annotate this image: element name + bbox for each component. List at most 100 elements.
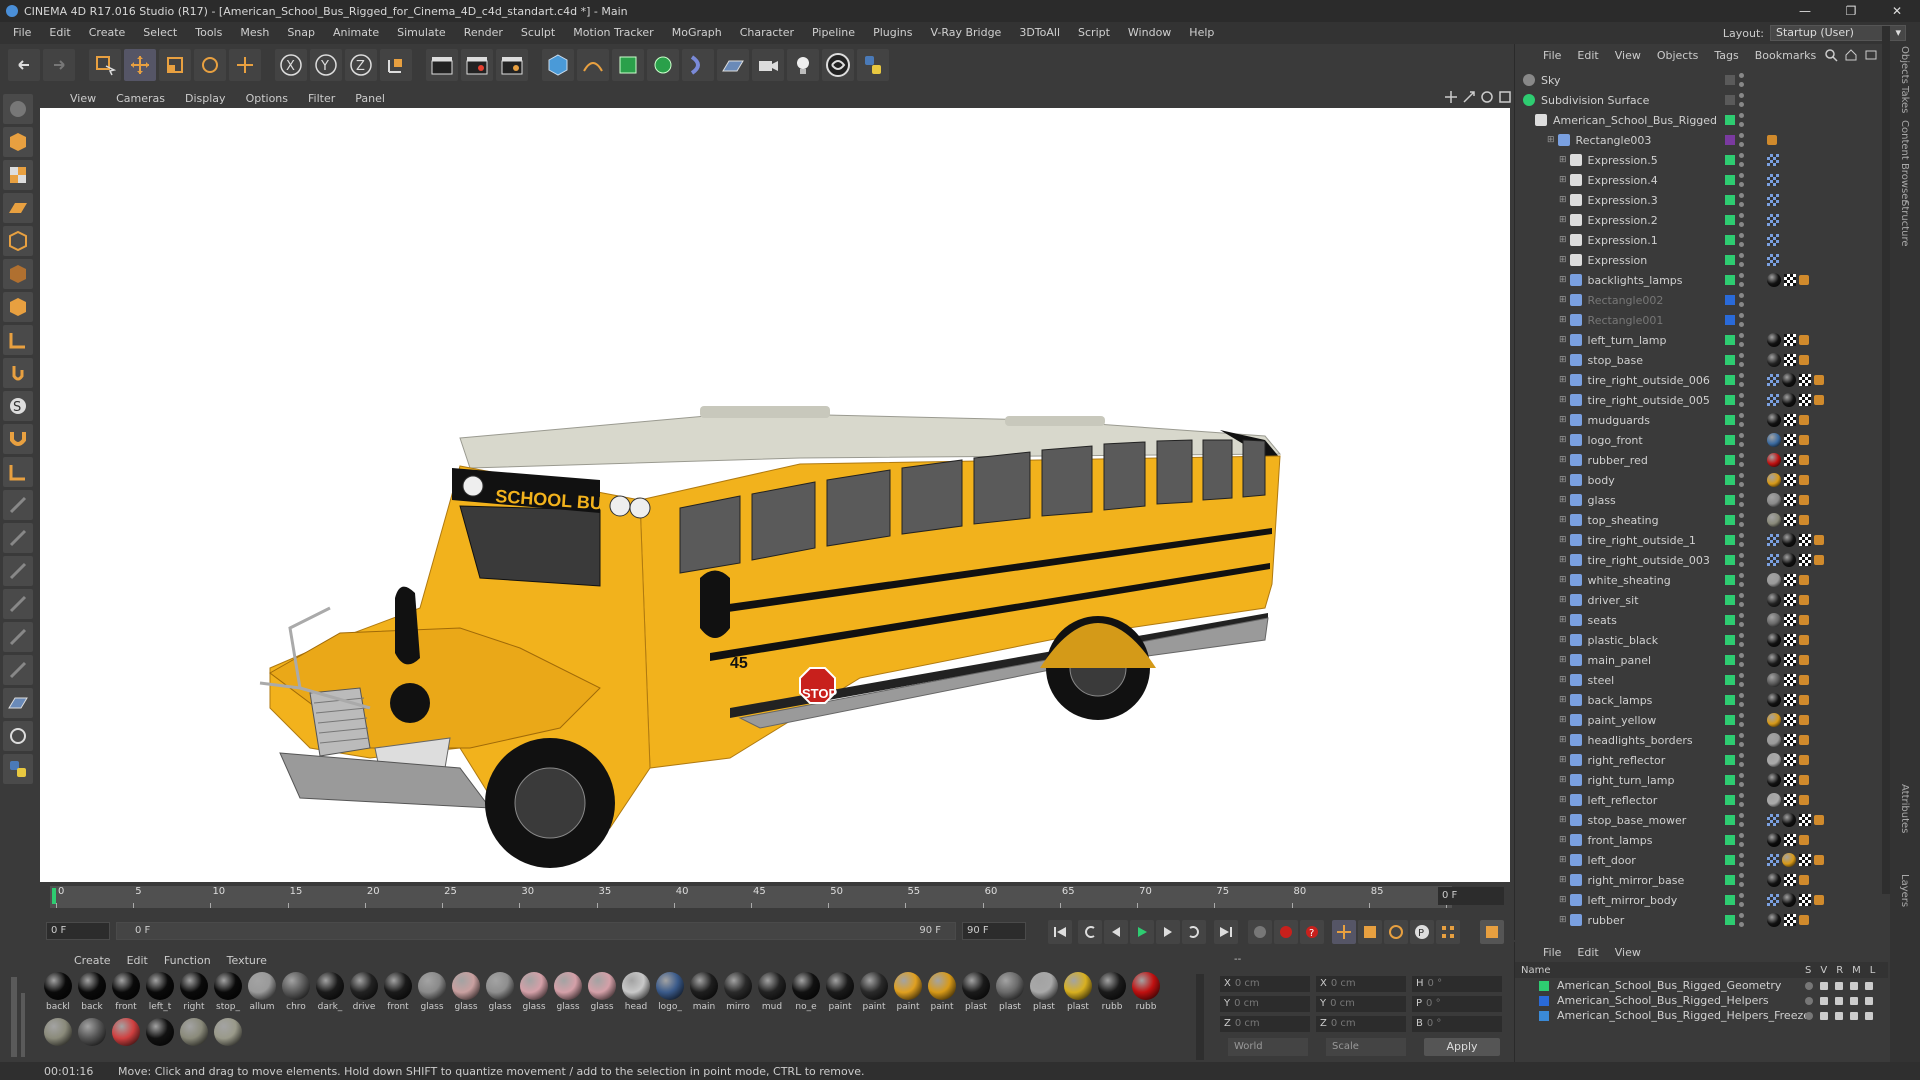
xpresso-tag-icon[interactable] <box>1767 254 1779 266</box>
magnet-button[interactable] <box>3 424 33 454</box>
sculpt-brush-1-button[interactable] <box>3 490 33 520</box>
key-position-button[interactable] <box>1332 920 1356 944</box>
viewport-menu-filter[interactable]: Filter <box>298 92 345 105</box>
sculpt-brush-5-button[interactable] <box>3 622 33 652</box>
layer-solo-toggle-icon[interactable] <box>1805 1011 1813 1020</box>
menu-item-character[interactable]: Character <box>731 22 803 44</box>
uvw-tag-icon[interactable] <box>1784 874 1796 886</box>
phong-tag-icon[interactable] <box>1799 275 1809 285</box>
editor-visibility-dot[interactable] <box>1739 133 1744 138</box>
editor-visibility-dot[interactable] <box>1739 633 1744 638</box>
edges-mode-button[interactable] <box>3 259 33 289</box>
render-visibility-dot[interactable] <box>1739 762 1744 767</box>
phong-tag-icon[interactable] <box>1799 435 1809 445</box>
object-row[interactable]: ⊞ left_reflector <box>1515 790 1889 810</box>
transform-tool-button[interactable] <box>229 49 261 81</box>
expand-toggle-icon[interactable]: ⊞ <box>1559 375 1567 385</box>
layer-visible-toggle-icon[interactable] <box>1820 1011 1828 1020</box>
material-tag-icon[interactable] <box>1767 473 1781 487</box>
render-visibility-dot[interactable] <box>1739 902 1744 907</box>
uvw-tag-icon[interactable] <box>1784 334 1796 346</box>
phong-tag-icon[interactable] <box>1799 835 1809 845</box>
snapping-button[interactable]: S <box>3 391 33 421</box>
menu-item-help[interactable]: Help <box>1180 22 1223 44</box>
render-visibility-dot[interactable] <box>1739 442 1744 447</box>
render-visibility-dot[interactable] <box>1739 562 1744 567</box>
layer-color-swatch[interactable] <box>1539 995 1549 1006</box>
editor-visibility-dot[interactable] <box>1739 693 1744 698</box>
uvw-tag-icon[interactable] <box>1799 534 1811 546</box>
render-visibility-dot[interactable] <box>1739 102 1744 107</box>
expand-toggle-icon[interactable]: ⊞ <box>1559 255 1567 265</box>
layer-color-swatch[interactable] <box>1725 155 1735 165</box>
phong-tag-icon[interactable] <box>1767 135 1777 145</box>
expand-toggle-icon[interactable]: ⊞ <box>1559 215 1567 225</box>
size-mode-dropdown[interactable]: Scale <box>1326 1038 1406 1056</box>
editor-visibility-dot[interactable] <box>1739 533 1744 538</box>
layer-locked-toggle-icon[interactable] <box>1865 996 1873 1005</box>
polygons-mode-button[interactable] <box>3 292 33 322</box>
live-selection-button[interactable] <box>89 49 121 81</box>
editor-visibility-dot[interactable] <box>1739 673 1744 678</box>
object-row[interactable]: ⊞ left_door <box>1515 850 1889 870</box>
visibility-dots[interactable] <box>1739 893 1745 907</box>
side-tab-objects[interactable]: Objects <box>1899 46 1910 84</box>
render-visibility-dot[interactable] <box>1739 382 1744 387</box>
object-row[interactable]: ⊞ headlights_borders <box>1515 730 1889 750</box>
visibility-dots[interactable] <box>1739 393 1745 407</box>
start-frame-field[interactable]: 0 F <box>46 922 110 940</box>
material-tag-icon[interactable] <box>1767 753 1781 767</box>
phong-tag-icon[interactable] <box>1799 795 1809 805</box>
render-visibility-dot[interactable] <box>1739 402 1744 407</box>
material-tag-icon[interactable] <box>1782 533 1796 547</box>
expand-toggle-icon[interactable]: ⊞ <box>1559 175 1567 185</box>
side-tab-attributes[interactable]: Attributes <box>1899 784 1910 833</box>
expand-toggle-icon[interactable]: ⊞ <box>1547 135 1555 145</box>
restore-button[interactable]: ❐ <box>1828 0 1874 22</box>
pen-spline-button[interactable] <box>577 49 609 81</box>
phong-tag-icon[interactable] <box>1799 715 1809 725</box>
material-swatch[interactable]: stop_ <box>212 972 244 1016</box>
layer-color-swatch[interactable] <box>1725 335 1735 345</box>
side-tab-layers[interactable]: Layers <box>1899 874 1910 907</box>
uvw-tag-icon[interactable] <box>1784 794 1796 806</box>
menu-item-edit[interactable]: Edit <box>40 22 79 44</box>
viewport-menu-cameras[interactable]: Cameras <box>106 92 175 105</box>
expand-toggle-icon[interactable]: ⊞ <box>1559 315 1567 325</box>
phong-tag-icon[interactable] <box>1799 415 1809 425</box>
visibility-dots[interactable] <box>1739 273 1745 287</box>
phong-tag-icon[interactable] <box>1799 675 1809 685</box>
uvw-tag-icon[interactable] <box>1784 774 1796 786</box>
uvw-tag-icon[interactable] <box>1799 894 1811 906</box>
prev-key-button[interactable] <box>1078 920 1102 944</box>
xpresso-tag-icon[interactable] <box>1767 154 1779 166</box>
object-row[interactable]: ⊞ white_sheating <box>1515 570 1889 590</box>
material-scrollbar[interactable] <box>1196 974 1204 1060</box>
maximize-view-icon[interactable] <box>1498 90 1512 104</box>
visibility-dots[interactable] <box>1739 533 1745 547</box>
material-swatch[interactable]: rubb <box>1096 972 1128 1016</box>
viewport-menu-display[interactable]: Display <box>175 92 236 105</box>
layer-manager-toggle-icon[interactable] <box>1850 996 1858 1005</box>
layer-color-swatch[interactable] <box>1725 595 1735 605</box>
layer-color-swatch[interactable] <box>1725 235 1735 245</box>
render-to-picture-viewer-button[interactable] <box>461 49 493 81</box>
editor-visibility-dot[interactable] <box>1739 273 1744 278</box>
object-row[interactable]: ⊞ tire_right_outside_005 <box>1515 390 1889 410</box>
menu-item-sculpt[interactable]: Sculpt <box>512 22 564 44</box>
material-swatch[interactable]: mud <box>756 972 788 1016</box>
layer-solo-toggle-icon[interactable] <box>1805 996 1813 1005</box>
editor-visibility-dot[interactable] <box>1739 653 1744 658</box>
editor-visibility-dot[interactable] <box>1739 833 1744 838</box>
material-tag-icon[interactable] <box>1767 413 1781 427</box>
object-row[interactable]: ⊞ rubber <box>1515 910 1889 930</box>
uvw-tag-icon[interactable] <box>1784 694 1796 706</box>
phong-tag-icon[interactable] <box>1799 915 1809 925</box>
uvw-tag-icon[interactable] <box>1799 854 1811 866</box>
side-tab-takes[interactable]: Takes <box>1899 86 1910 113</box>
layer-menu-file[interactable]: File <box>1535 946 1569 959</box>
object-row[interactable]: ⊞ right_turn_lamp <box>1515 770 1889 790</box>
layer-color-swatch[interactable] <box>1725 355 1735 365</box>
side-tab-structure[interactable]: Structure <box>1899 200 1910 247</box>
size-x-field[interactable]: X0 cm <box>1316 976 1406 992</box>
